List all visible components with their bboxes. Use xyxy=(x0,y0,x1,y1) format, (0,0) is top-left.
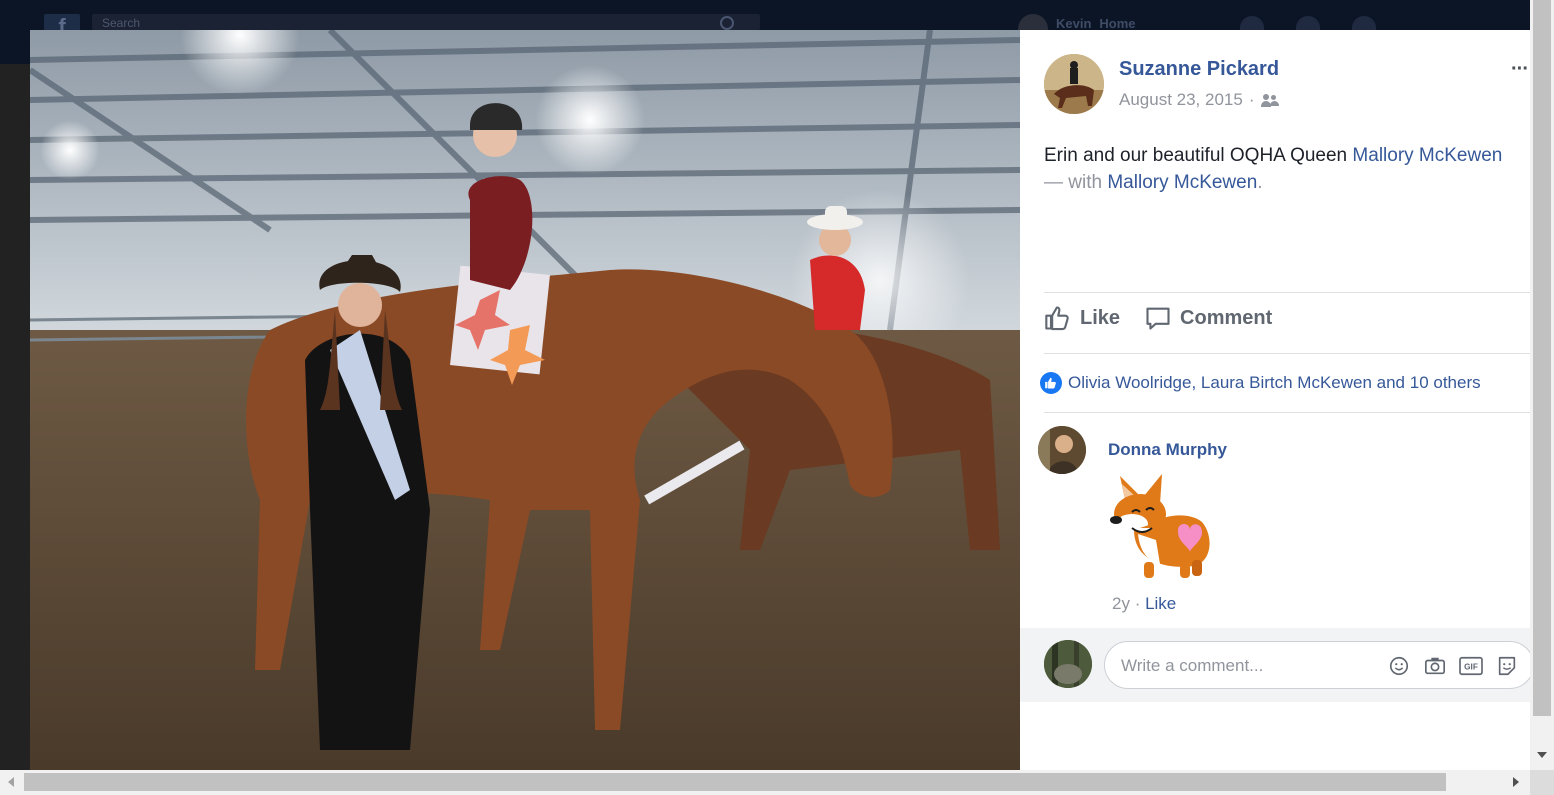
tagged-person-link[interactable]: Mallory McKewen xyxy=(1352,145,1502,166)
post-text-body: Erin and our beautiful OQHA Queen xyxy=(1044,145,1353,166)
emoji-icon[interactable] xyxy=(1387,654,1411,678)
scrollbar-corner xyxy=(1530,770,1554,795)
background-left xyxy=(0,64,30,770)
author-name-link[interactable]: Suzanne Pickard xyxy=(1119,58,1279,81)
thumbs-up-icon xyxy=(1045,306,1069,331)
post-photo[interactable] xyxy=(30,30,1020,770)
with-person-link[interactable]: Mallory McKewen xyxy=(1107,172,1257,193)
comment-label: Comment xyxy=(1180,306,1273,329)
date-separator: · xyxy=(1248,90,1255,109)
author-avatar[interactable] xyxy=(1044,54,1104,114)
reactions-summary-text[interactable]: Olivia Woolridge, Laura Birtch McKewen a… xyxy=(1068,373,1481,393)
vertical-scrollbar[interactable] xyxy=(1530,0,1554,770)
divider xyxy=(1044,353,1530,354)
with-label: — with xyxy=(1044,172,1108,193)
commenter-avatar[interactable] xyxy=(1038,426,1086,474)
vertical-scroll-thumb[interactable] xyxy=(1533,0,1551,716)
comment-meta: 2y · Like xyxy=(1112,594,1176,614)
camera-icon[interactable] xyxy=(1423,654,1447,678)
background-search-bar: Search xyxy=(92,14,760,30)
like-label: Like xyxy=(1080,306,1121,329)
scroll-down-arrow-icon[interactable] xyxy=(1537,752,1547,758)
current-user-avatar xyxy=(1044,640,1092,688)
friends-icon[interactable] xyxy=(1260,93,1279,107)
composer-icons: GIF xyxy=(1387,654,1519,678)
post-detail-panel: Suzanne Pickard August 23, 2015 · ··· Er… xyxy=(1020,30,1530,770)
divider xyxy=(1044,292,1530,293)
sticker-icon[interactable] xyxy=(1495,654,1519,678)
corgi-heart-sticker xyxy=(1094,470,1214,590)
post-text: Erin and our beautiful OQHA Queen Mallor… xyxy=(1044,142,1504,196)
search-icon xyxy=(720,16,734,30)
comment-input-box[interactable]: GIF xyxy=(1104,641,1530,689)
commenter-name-link[interactable]: Donna Murphy xyxy=(1108,440,1227,460)
meta-separator: · xyxy=(1129,594,1146,613)
like-button[interactable]: Like xyxy=(1044,304,1120,332)
post-date-link[interactable]: August 23, 2015 xyxy=(1119,90,1243,110)
scroll-right-arrow-icon[interactable] xyxy=(1513,777,1519,787)
comment-like-link[interactable]: Like xyxy=(1145,594,1176,613)
horizontal-scroll-thumb[interactable] xyxy=(24,773,1446,791)
post-actions: Like Comment xyxy=(1044,304,1272,332)
post-dateline: August 23, 2015 · xyxy=(1119,90,1279,110)
like-reaction-icon xyxy=(1040,372,1062,394)
comment-icon xyxy=(1146,307,1170,330)
comment-age[interactable]: 2y xyxy=(1112,594,1130,613)
background-user-name: Kevin xyxy=(1056,15,1092,31)
svg-text:GIF: GIF xyxy=(1464,663,1478,672)
reactions-summary[interactable]: Olivia Woolridge, Laura Birtch McKewen a… xyxy=(1040,372,1481,394)
comment-button[interactable]: Comment xyxy=(1144,304,1272,332)
comment-input[interactable] xyxy=(1119,652,1373,680)
background-search-placeholder: Search xyxy=(102,16,141,30)
divider xyxy=(1044,412,1530,413)
more-options-button[interactable]: ··· xyxy=(1511,58,1529,81)
post-text-end: . xyxy=(1257,172,1263,193)
gif-icon[interactable]: GIF xyxy=(1459,654,1483,678)
background-home-link: Home xyxy=(1099,15,1136,31)
horizontal-scrollbar[interactable] xyxy=(0,770,1530,795)
scroll-left-arrow-icon[interactable] xyxy=(8,777,14,787)
